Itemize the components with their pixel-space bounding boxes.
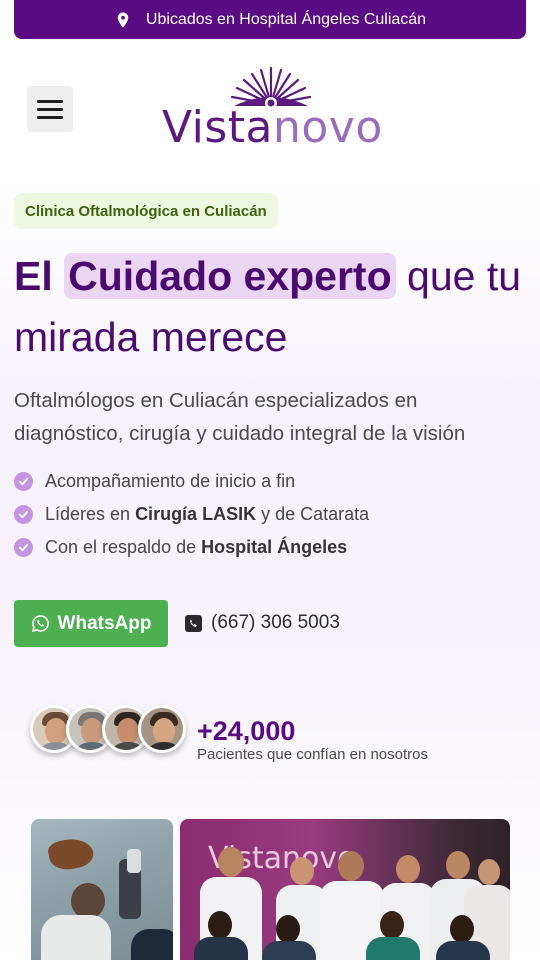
location-text: Ubicados en Hospital Ángeles Culiacán [145, 10, 427, 28]
check-icon [14, 472, 33, 491]
clinic-tag: Clínica Oftalmológica en Culiacán [14, 193, 278, 229]
patient-count: +24,000 [197, 716, 296, 746]
map-pin-icon [117, 12, 129, 27]
hero-subtitle: Oftalmólogos en Culiacán especializados … [14, 389, 466, 445]
logo[interactable]: Vistanovo [160, 62, 390, 162]
whatsapp-icon [31, 615, 49, 633]
phone-icon [185, 614, 202, 632]
patient-count-label: Pacientes que confían en nosotros [197, 746, 428, 763]
hamburger-menu-icon [37, 99, 63, 103]
exam-photo [31, 819, 173, 960]
hero-headline: El Cuidado experto que tu mirada merece [14, 253, 522, 360]
list-item: Líderes en Cirugía LASIK y de Catarata [14, 498, 369, 531]
team-photo: Vistanovo [180, 819, 510, 960]
patient-avatars [30, 705, 190, 757]
menu-button[interactable] [27, 86, 73, 132]
top-location-bar: Ubicados en Hospital Ángeles Culiacán [14, 0, 526, 39]
phone-link[interactable]: (667) 306 5003 [185, 612, 340, 634]
avatar [138, 705, 186, 753]
list-item: Con el respaldo de Hospital Ángeles [14, 531, 369, 564]
benefits-list: Acompañamiento de inicio a fin Líderes e… [14, 465, 369, 564]
headline-highlight: Cuidado experto [64, 253, 396, 299]
logo-wordmark: Vistanovo [162, 102, 383, 153]
check-icon [14, 538, 33, 557]
whatsapp-button[interactable]: WhatsApp [14, 600, 168, 647]
check-icon [14, 505, 33, 524]
list-item: Acompañamiento de inicio a fin [14, 465, 369, 498]
patient-stats: +24,000 Pacientes que confían en nosotro… [197, 716, 428, 763]
